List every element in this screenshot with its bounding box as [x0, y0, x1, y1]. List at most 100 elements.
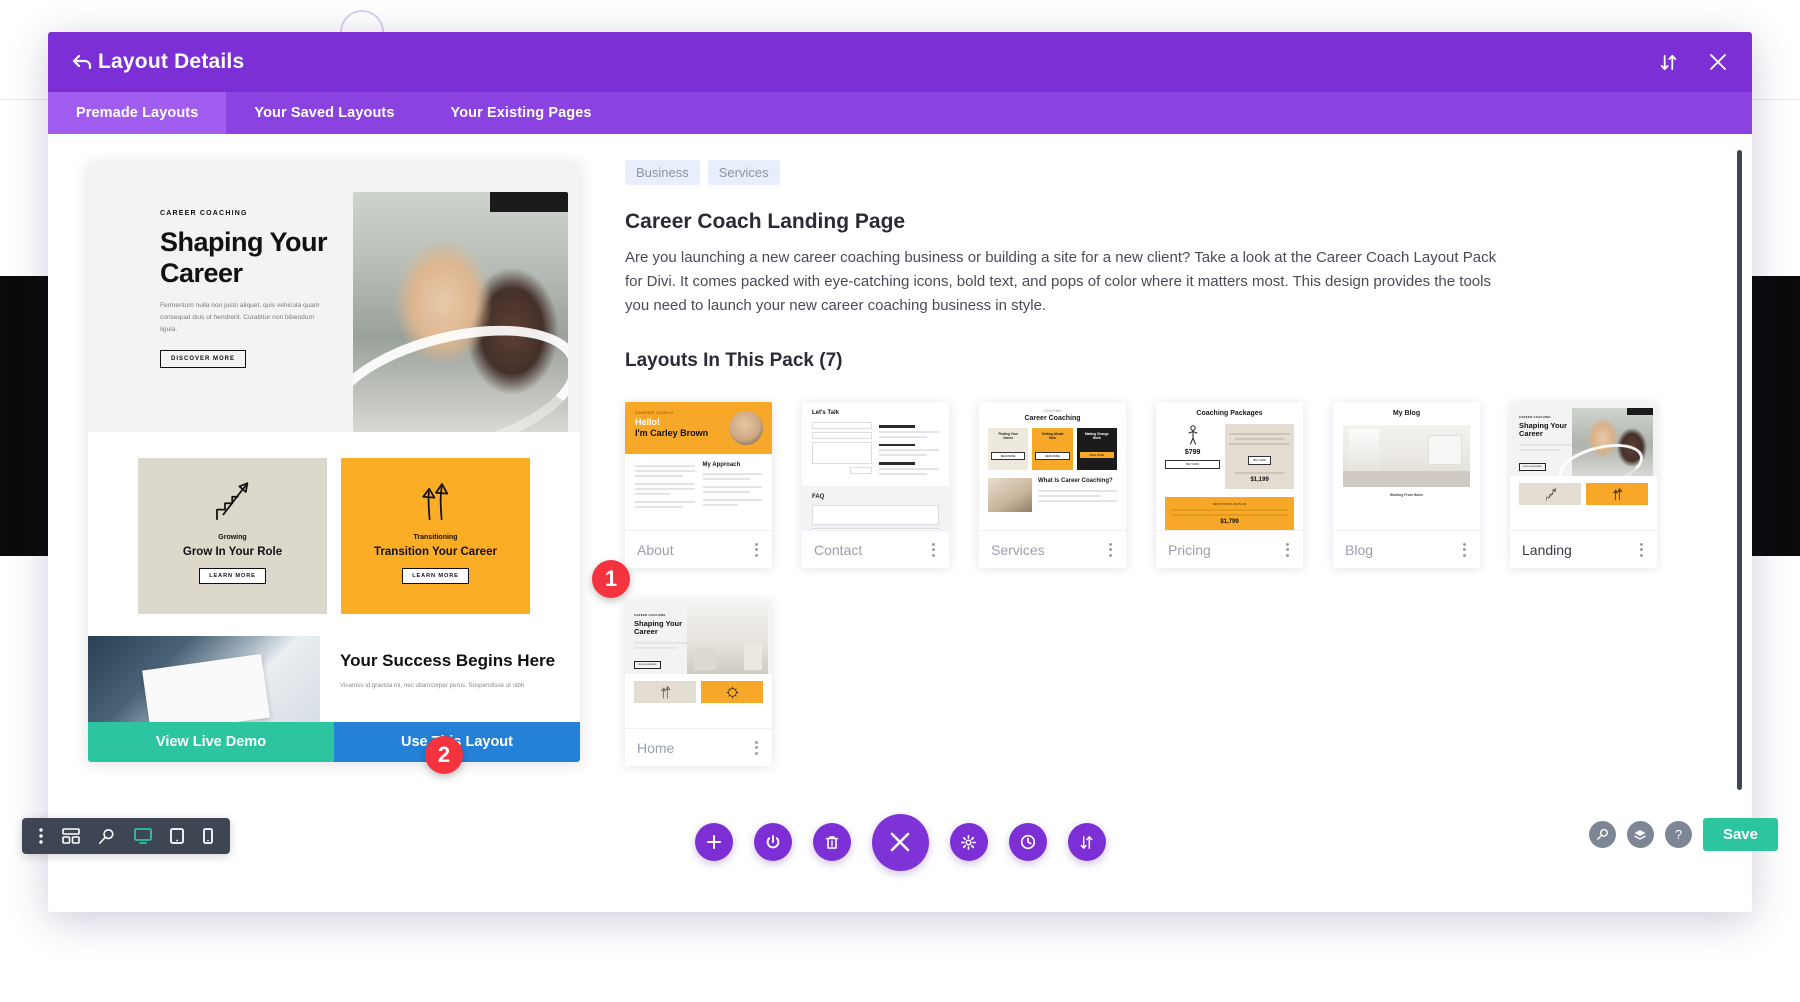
- modal-header: Layout Details: [48, 32, 1752, 92]
- search-icon[interactable]: [1589, 821, 1616, 848]
- preview-hero-swoosh: [353, 302, 568, 432]
- gear-icon[interactable]: [950, 823, 988, 861]
- preview-feature-button[interactable]: LEARN MORE: [402, 568, 469, 584]
- layout-card-blog[interactable]: My Blog Working From Home: [1333, 402, 1480, 568]
- history-icon[interactable]: [1009, 823, 1047, 861]
- more-options-icon[interactable]: [1105, 539, 1116, 561]
- modal-tabs: Premade Layouts Your Saved Layouts Your …: [48, 92, 1752, 134]
- preview-feature-button[interactable]: LEARN MORE: [199, 568, 266, 584]
- thumb-section-title: My Blog: [1342, 410, 1471, 417]
- layout-card-name: Contact: [814, 542, 862, 558]
- preview-hero-paragraph: Fermentum nulla non justo aliquet, quis …: [160, 300, 330, 336]
- editor-action-dock: [0, 812, 1800, 872]
- tab-your-saved-layouts[interactable]: Your Saved Layouts: [226, 92, 422, 134]
- layout-card-name: Home: [637, 740, 674, 756]
- more-options-icon[interactable]: [751, 737, 762, 759]
- thumb-section-title: My Approach: [703, 462, 763, 468]
- sort-updown-icon[interactable]: [1068, 823, 1106, 861]
- page-title: Layout Details: [98, 50, 244, 74]
- layout-card-landing[interactable]: CAREER COACHING Shaping YourCareer DISCO…: [1510, 402, 1657, 568]
- layout-preview-card: CAREER COACHING Shaping Your Career Ferm…: [88, 162, 580, 762]
- annotation-badge-2: 2: [425, 736, 463, 774]
- back-arrow-icon[interactable]: [72, 54, 98, 70]
- thumb-section-title: Let's Talk: [812, 410, 939, 416]
- thumb-section-title: Career Coaching: [988, 415, 1117, 422]
- more-options-icon[interactable]: [1636, 539, 1647, 561]
- layout-card-footer: Pricing: [1156, 530, 1303, 568]
- layout-card-name: Landing: [1522, 542, 1572, 558]
- layout-thumbnail: CAREER COACH Hello! I'm Carley Brown: [625, 402, 772, 530]
- tab-premade-layouts[interactable]: Premade Layouts: [48, 92, 226, 134]
- preview-hero-heading: Shaping Your Career: [160, 227, 340, 288]
- layout-pack-description: Are you launching a new career coaching …: [625, 246, 1505, 318]
- help-icon[interactable]: ?: [1665, 821, 1692, 848]
- layout-card-footer: Landing: [1510, 530, 1657, 568]
- save-button[interactable]: Save: [1703, 818, 1778, 851]
- view-live-demo-button[interactable]: View Live Demo: [88, 722, 334, 762]
- layout-card-services[interactable]: COACHING Career Coaching Finding YourCar…: [979, 402, 1126, 568]
- layout-card-name: Blog: [1345, 542, 1373, 558]
- preview-bottom-heading: Your Success Begins Here: [340, 650, 555, 671]
- preview-feature-title: Transition Your Career: [374, 546, 497, 558]
- preview-hero-image-tab: [490, 192, 568, 212]
- thumb-price-3: $1,799: [1171, 519, 1288, 525]
- power-icon[interactable]: [754, 823, 792, 861]
- tab-your-existing-pages[interactable]: Your Existing Pages: [423, 92, 620, 134]
- thumb-blog-sub: Working From Home: [1343, 493, 1470, 497]
- thumb-faq-title: FAQ: [812, 494, 939, 500]
- layout-thumbnail: COACHING Career Coaching Finding YourCar…: [979, 402, 1126, 530]
- thumb-section-title: Coaching Packages: [1165, 410, 1294, 417]
- modal-body: CAREER COACHING Shaping Your Career Ferm…: [48, 134, 1752, 912]
- editor-right-dock: ? Save: [1589, 818, 1778, 851]
- preview-feature-eyebrow: Transitioning: [414, 534, 458, 541]
- layout-details-pane: Business Services Career Coach Landing P…: [593, 134, 1752, 912]
- modal-header-actions: [1659, 52, 1728, 72]
- layers-icon[interactable]: [1627, 821, 1654, 848]
- more-options-icon[interactable]: [1282, 539, 1293, 561]
- layout-card-about[interactable]: CAREER COACH Hello! I'm Carley Brown: [625, 402, 772, 568]
- thumb-question: What Is Career Coaching?: [1038, 478, 1117, 485]
- add-section-button[interactable]: [695, 823, 733, 861]
- close-editor-button[interactable]: [872, 814, 929, 871]
- layout-preview-pane: CAREER COACHING Shaping Your Career Ferm…: [48, 134, 593, 912]
- more-options-icon[interactable]: [751, 539, 762, 561]
- preview-features-row: Growing Grow In Your Role LEARN MORE: [88, 432, 580, 614]
- thumb-avatar: [729, 411, 763, 445]
- layout-details-modal: Layout Details Premade Layouts Your Save…: [48, 32, 1752, 912]
- layout-thumbnail: CAREER COACHING Shaping YourCareer DISCO…: [625, 600, 772, 728]
- preview-feature-title: Grow In Your Role: [183, 546, 282, 558]
- layout-card-footer: About: [625, 530, 772, 568]
- thumb-body: Let's Talk: [802, 402, 949, 486]
- thumb-price-1: $799: [1165, 449, 1220, 456]
- thumb-price-2: $1,199: [1229, 477, 1290, 483]
- trash-icon[interactable]: [813, 823, 851, 861]
- layout-card-home[interactable]: CAREER COACHING Shaping YourCareer DISCO…: [625, 600, 772, 766]
- category-pill-services[interactable]: Services: [708, 160, 780, 185]
- close-icon[interactable]: [1708, 52, 1728, 72]
- preview-hero-eyebrow: CAREER COACHING: [160, 210, 340, 217]
- more-options-icon[interactable]: [928, 539, 939, 561]
- preview-feature-eyebrow: Growing: [218, 534, 246, 541]
- layout-thumbnail: Coaching Packages $799 BUY NOW: [1156, 402, 1303, 530]
- preview-hero-text: CAREER COACHING Shaping Your Career Ferm…: [88, 162, 340, 432]
- preview-feature-card-transitioning: Transitioning Transition Your Career LEA…: [341, 458, 530, 614]
- layout-card-contact[interactable]: Let's Talk: [802, 402, 949, 568]
- category-pill-business[interactable]: Business: [625, 160, 700, 185]
- page-right-black-band: [1752, 276, 1800, 556]
- thumb-hero-orange: CAREER COACH Hello! I'm Carley Brown: [625, 402, 772, 454]
- layouts-grid: CAREER COACH Hello! I'm Carley Brown: [625, 402, 1712, 766]
- preview-bottom-paragraph: Vivamus id gravida mi, nec ullamcorper p…: [340, 681, 555, 692]
- details-scrollbar[interactable]: [1737, 150, 1742, 790]
- sort-updown-icon[interactable]: [1659, 53, 1678, 72]
- layout-thumbnail: Let's Talk: [802, 402, 949, 530]
- more-options-icon[interactable]: [1459, 539, 1470, 561]
- layout-pack-title: Career Coach Landing Page: [625, 210, 1712, 234]
- preview-hero-image: [353, 192, 568, 432]
- preview-hero-section: CAREER COACHING Shaping Your Career Ferm…: [88, 162, 580, 432]
- preview-hero-button[interactable]: DISCOVER MORE: [160, 350, 246, 368]
- layout-card-pricing[interactable]: Coaching Packages $799 BUY NOW: [1156, 402, 1303, 568]
- layout-card-name: Pricing: [1168, 542, 1211, 558]
- annotation-badge-1: 1: [592, 560, 630, 598]
- preview-action-bar: View Live Demo Use This Layout: [88, 722, 580, 762]
- layout-card-footer: Services: [979, 530, 1126, 568]
